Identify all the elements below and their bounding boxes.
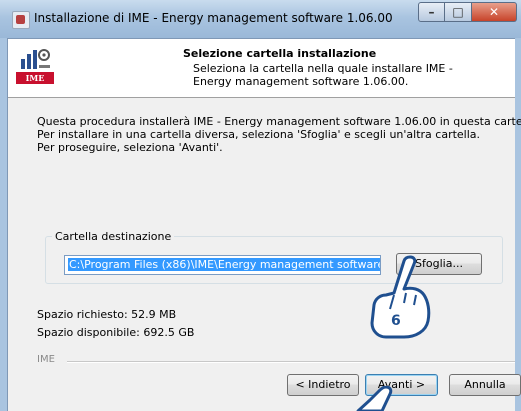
divider xyxy=(67,361,515,363)
wizard-header: IME Selezione cartella installazione Sel… xyxy=(8,39,515,98)
intro-line: Per installare in una cartella diversa, … xyxy=(37,128,481,141)
step-number: 6 xyxy=(391,313,401,329)
installer-app-icon xyxy=(12,11,30,29)
ime-logo: IME xyxy=(16,47,54,85)
intro-text: Questa procedura installerà IME - Energy… xyxy=(37,115,521,154)
maximize-button[interactable]: □ xyxy=(445,2,472,22)
cancel-button[interactable]: Annulla xyxy=(449,374,521,396)
installer-dialog: IME Selezione cartella installazione Sel… xyxy=(8,39,521,411)
intro-line: Questa procedura installerà IME - Energy… xyxy=(37,115,521,128)
footer-brand: IME xyxy=(37,354,59,365)
window-title: Installazione di IME - Energy management… xyxy=(34,11,393,25)
page-title: Selezione cartella installazione xyxy=(183,47,377,60)
page-subtitle: Seleziona la cartella nella quale instal… xyxy=(193,62,453,88)
pointing-hand-icon xyxy=(356,386,393,411)
window-frame-right xyxy=(514,38,521,411)
window-frame-left xyxy=(0,38,8,411)
intro-line: Per proseguire, seleziona 'Avanti'. xyxy=(37,141,223,154)
pointing-hand-icon: 6 xyxy=(370,255,431,339)
destination-path-value: C:\Program Files (x86)\IME\Energy manage… xyxy=(68,258,380,271)
bar-chart-gear-icon xyxy=(21,49,50,69)
ime-logo-badge: IME xyxy=(16,72,54,84)
space-required: Spazio richiesto: 52.9 MB xyxy=(37,308,177,321)
window-controls: – □ ✕ xyxy=(418,2,517,24)
close-button[interactable]: ✕ xyxy=(472,2,517,22)
destination-path-input[interactable]: C:\Program Files (x86)\IME\Energy manage… xyxy=(64,255,381,275)
minimize-button[interactable]: – xyxy=(418,2,445,22)
footer-brand-divider: IME xyxy=(37,354,515,366)
destination-group-label: Cartella destinazione xyxy=(52,230,175,243)
title-bar: Installazione di IME - Energy management… xyxy=(0,0,521,39)
space-available: Spazio disponibile: 692.5 GB xyxy=(37,326,195,339)
